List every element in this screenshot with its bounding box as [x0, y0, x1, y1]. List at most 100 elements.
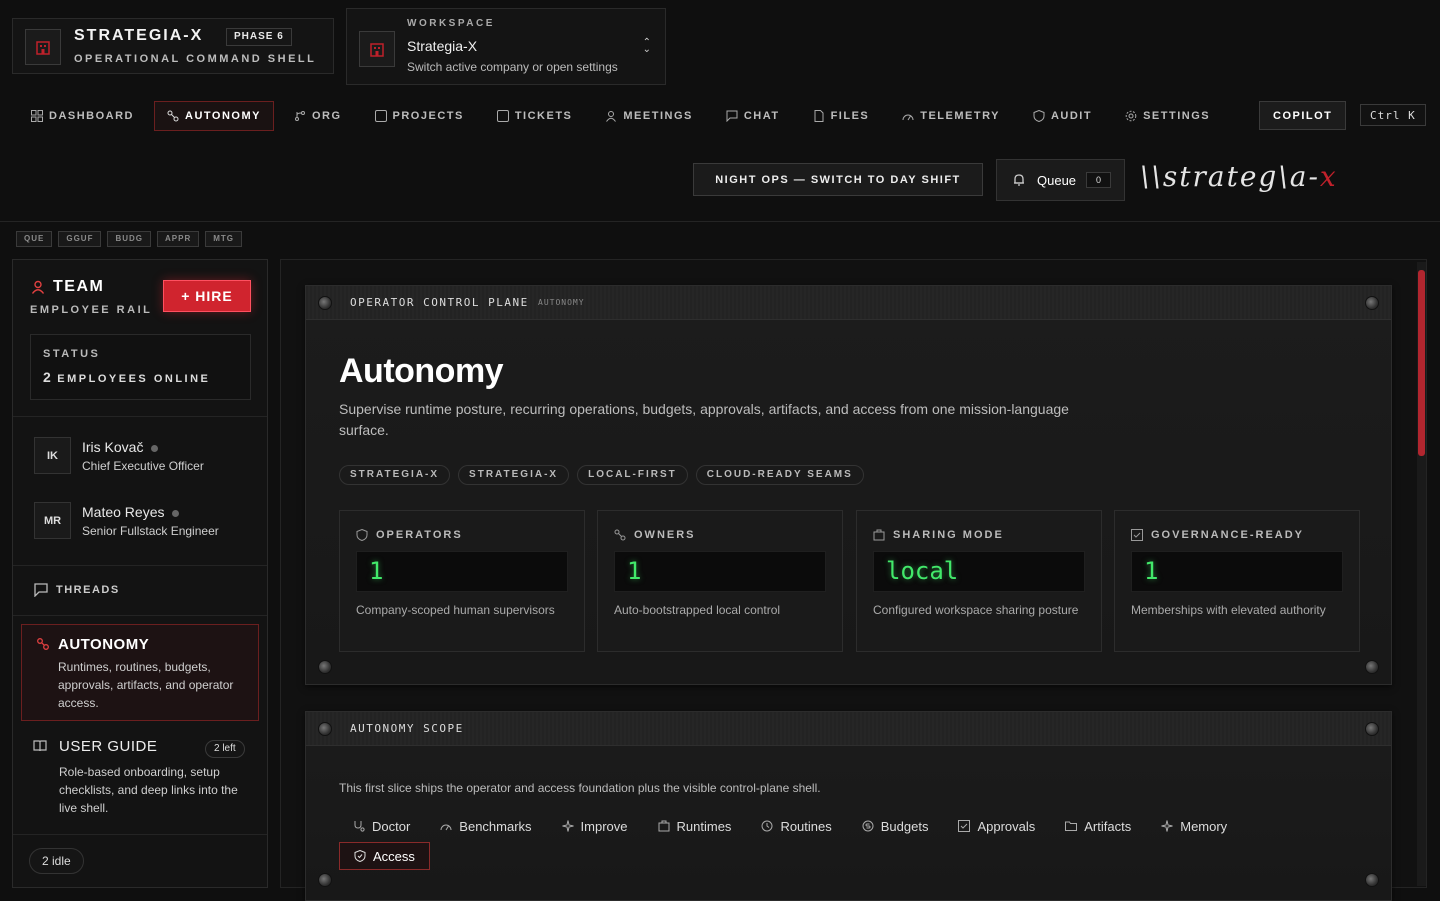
- queue-label: Queue: [1037, 172, 1077, 188]
- threads-link[interactable]: THREADS: [34, 583, 120, 597]
- nodes-icon: [167, 110, 179, 122]
- command-shortcut[interactable]: Ctrl K: [1360, 104, 1426, 126]
- nav-label: AUDIT: [1050, 110, 1093, 122]
- nav-org[interactable]: ORG: [281, 101, 355, 131]
- nav-label: MEETINGS: [623, 110, 693, 122]
- main-scrollbar[interactable]: [1417, 262, 1426, 886]
- scope-link-routines[interactable]: Routines: [747, 813, 847, 839]
- autonomy-card[interactable]: AUTONOMY Runtimes, routines, budgets, ap…: [21, 624, 259, 721]
- chip-appr[interactable]: APPR: [157, 231, 200, 247]
- stat-owners: OWNERS 1 Auto-bootstrapped local control: [597, 510, 843, 652]
- bolt-icon: [1365, 873, 1379, 887]
- bolt-icon: [1365, 296, 1379, 310]
- chip-budg[interactable]: BUDG: [107, 231, 152, 247]
- gauge-icon: [440, 824, 452, 831]
- folder-icon: [374, 110, 387, 122]
- nav-label: AUTONOMY: [185, 110, 261, 122]
- nav-autonomy[interactable]: AUTONOMY: [154, 101, 274, 131]
- file-icon: [814, 110, 824, 122]
- nav-label: TICKETS: [514, 110, 573, 122]
- bell-icon: [1014, 174, 1024, 186]
- header-divider: [0, 221, 1440, 222]
- ticket-icon: [496, 110, 509, 122]
- scope-link-memory[interactable]: Memory: [1147, 813, 1243, 839]
- nav-meetings[interactable]: MEETINGS: [592, 101, 705, 131]
- scope-link-doctor[interactable]: Doctor: [339, 813, 426, 839]
- sparkle-icon: [1161, 820, 1173, 832]
- nav-dashboard[interactable]: DASHBOARD: [18, 101, 147, 131]
- scope-link-runtimes[interactable]: Runtimes: [644, 813, 748, 839]
- stat-operators: OPERATORS 1 Company-scoped human supervi…: [339, 510, 585, 652]
- shield-icon: [354, 850, 366, 862]
- bolt-icon: [1365, 722, 1379, 736]
- online-text: EMPLOYEES ONLINE: [57, 373, 211, 385]
- avatar: MR: [34, 502, 71, 539]
- idle-badge: 2 idle: [29, 848, 84, 874]
- stat-label: OWNERS: [614, 529, 696, 541]
- branch-icon: [294, 111, 305, 121]
- online-status: 2 EMPLOYEES ONLINE: [43, 369, 210, 385]
- page-description: Supervise runtime posture, recurring ope…: [339, 401, 1069, 438]
- stat-label: SHARING MODE: [873, 529, 1004, 541]
- nav-label: CHAT: [743, 110, 780, 122]
- user-guide-desc: Role-based onboarding, setup checklists,…: [59, 765, 238, 815]
- employee-item[interactable]: IK Iris Kovač Chief Executive Officer: [34, 437, 254, 477]
- nav-label: SETTINGS: [1143, 110, 1211, 122]
- queue-button[interactable]: Queue 0: [996, 159, 1125, 201]
- scope-link-budgets[interactable]: Budgets: [848, 813, 945, 839]
- scope-link-access[interactable]: Access: [339, 842, 430, 870]
- status-label: STATUS: [43, 348, 101, 360]
- nav-audit[interactable]: AUDIT: [1020, 101, 1105, 131]
- stat-value: 1: [1131, 551, 1343, 592]
- divider: [13, 615, 267, 616]
- folder-icon: [1065, 821, 1078, 831]
- employee-item[interactable]: MR Mateo Reyes Senior Fullstack Engineer: [34, 502, 254, 542]
- nav-tickets[interactable]: TICKETS: [484, 101, 586, 131]
- tag-list: STRATEGIA-X STRATEGIA-X LOCAL-FIRST CLOU…: [339, 465, 864, 485]
- avatar: IK: [34, 437, 71, 474]
- hire-button[interactable]: + HIRE: [163, 280, 251, 312]
- shield-icon: [356, 529, 368, 541]
- nodes-icon: [614, 529, 626, 541]
- stat-sharing-mode: SHARING MODE local Configured workspace …: [856, 510, 1102, 652]
- phase-badge: PHASE 6: [226, 28, 292, 46]
- scope-link-artifacts[interactable]: Artifacts: [1051, 813, 1147, 839]
- scope-link-benchmarks[interactable]: Benchmarks: [426, 813, 547, 839]
- autonomy-card-desc: Runtimes, routines, budgets, approvals, …: [58, 660, 234, 710]
- copilot-button[interactable]: COPILOT: [1259, 101, 1347, 130]
- gauge-icon: [902, 114, 914, 121]
- divider: [13, 834, 267, 835]
- nav-projects[interactable]: PROJECTS: [362, 101, 477, 131]
- employee-role: Chief Executive Officer: [82, 459, 204, 473]
- chip-mtg[interactable]: MTG: [205, 231, 243, 247]
- chip-que[interactable]: QUE: [16, 231, 53, 247]
- employee-name: Mateo Reyes: [82, 504, 180, 520]
- employee-role: Senior Fullstack Engineer: [82, 524, 219, 538]
- workspace-switcher[interactable]: WORKSPACE Strategia-X Switch active comp…: [346, 8, 666, 85]
- employee-rail-label: EMPLOYEE RAIL: [30, 304, 153, 316]
- stat-desc: Auto-bootstrapped local control: [614, 603, 781, 617]
- scope-link-approvals[interactable]: Approvals: [944, 813, 1051, 839]
- brand-title: STRATEGIA-X: [74, 27, 204, 44]
- employee-name: Iris Kovač: [82, 439, 159, 455]
- bolt-icon: [1365, 660, 1379, 674]
- nav-settings[interactable]: SETTINGS: [1112, 101, 1223, 131]
- team-title: TEAM: [53, 278, 105, 295]
- chip-gguf[interactable]: GGUF: [58, 231, 102, 247]
- nav-chat[interactable]: CHAT: [713, 101, 793, 131]
- workspace-name: Strategia-X: [407, 38, 478, 54]
- shift-toggle-button[interactable]: NIGHT OPS — SWITCH TO DAY SHIFT: [693, 163, 983, 196]
- scope-link-improve[interactable]: Improve: [548, 813, 644, 839]
- presence-dot: [172, 509, 180, 517]
- check-icon: [1131, 529, 1143, 541]
- stat-desc: Company-scoped human supervisors: [356, 603, 555, 617]
- nav-telemetry[interactable]: TELEMETRY: [889, 101, 1013, 131]
- brand-subtitle: OPERATIONAL COMMAND SHELL: [74, 53, 317, 65]
- stat-value: 1: [614, 551, 826, 592]
- autonomy-scope-panel: AUTONOMY SCOPE This first slice ships th…: [305, 711, 1392, 901]
- scrollbar-thumb[interactable]: [1418, 270, 1425, 456]
- book-icon: [33, 740, 47, 752]
- workspace-label: WORKSPACE: [407, 18, 495, 29]
- nav-files[interactable]: FILES: [800, 101, 883, 131]
- employee-sidebar: TEAM EMPLOYEE RAIL + HIRE STATUS 2 EMPLOY…: [12, 259, 268, 888]
